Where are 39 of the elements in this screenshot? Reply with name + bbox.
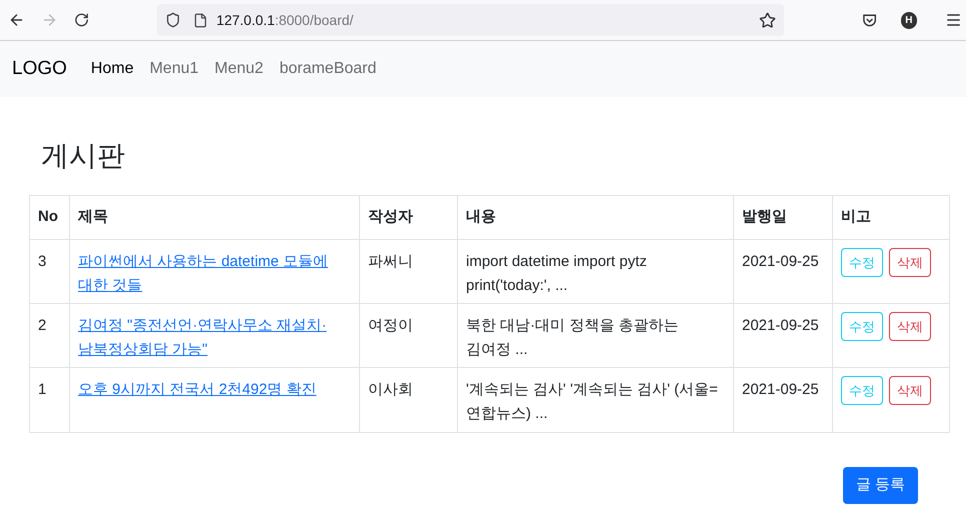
pocket-icon[interactable]: [862, 12, 877, 28]
table-cell-text: 파써니: [368, 252, 414, 272]
profile-avatar[interactable]: H: [900, 12, 917, 28]
shield-icon: [165, 12, 182, 28]
nav-link[interactable]: borameBoard: [279, 57, 376, 81]
nav-link[interactable]: Menu1: [150, 57, 199, 81]
column-header: 발행일: [733, 196, 832, 238]
create-post-button[interactable]: 글 등록: [842, 466, 918, 504]
column-header: No: [37, 207, 59, 227]
address-bar[interactable]: 127.0.0.1:8000/board/: [157, 4, 784, 36]
delete-button[interactable]: 삭제: [889, 248, 931, 277]
table-cell-text: 이사회: [368, 380, 414, 400]
table-cell-text: 2021-09-25: [742, 380, 820, 400]
post-title-link[interactable]: 오후 9시까지 전국서 2천492명 확진: [78, 378, 351, 402]
table-cell-text: 여정이: [368, 316, 414, 336]
nav-link[interactable]: Home: [90, 57, 134, 81]
column-header: 작성자: [359, 196, 457, 238]
table-cell-text: 3: [38, 252, 48, 272]
page-title: 게시판: [41, 139, 126, 173]
delete-button[interactable]: 삭제: [889, 312, 931, 341]
page-icon: [193, 12, 208, 28]
table-cell-text: '계속되는 검사' '계속되는 검사' (서울=연합뉴스) ...: [466, 380, 719, 424]
delete-button[interactable]: 삭제: [889, 376, 931, 405]
url-text: 127.0.0.1:8000/board/: [216, 10, 354, 30]
table-cell-text: 북한 대남·대미 정책을 총괄하는 김여정 ...: [466, 316, 680, 360]
column-header: 내용: [457, 196, 733, 238]
table-cell-text: import datetime import pytz print('today:', ...: [466, 252, 648, 296]
reload-icon[interactable]: [74, 12, 90, 28]
bookmark-star-icon[interactable]: [758, 12, 776, 28]
table-cell-text: 2021-09-25: [742, 252, 820, 272]
column-header: 비고: [832, 196, 950, 238]
table-cell-text: 1: [38, 380, 48, 400]
post-title-link[interactable]: 파이썬에서 사용하는 datetime 모듈에 대한 것들: [78, 250, 351, 298]
table-cell-text: 2021-09-25: [742, 316, 820, 336]
nav-link[interactable]: Menu2: [214, 57, 264, 81]
table-cell-text: 2: [38, 316, 48, 336]
column-header: 제목: [69, 196, 359, 238]
logo[interactable]: LOGO: [12, 54, 67, 84]
post-title-link[interactable]: 김여정 "종전선언·연락사무소 재설치·남북정상회담 가능": [78, 314, 351, 362]
